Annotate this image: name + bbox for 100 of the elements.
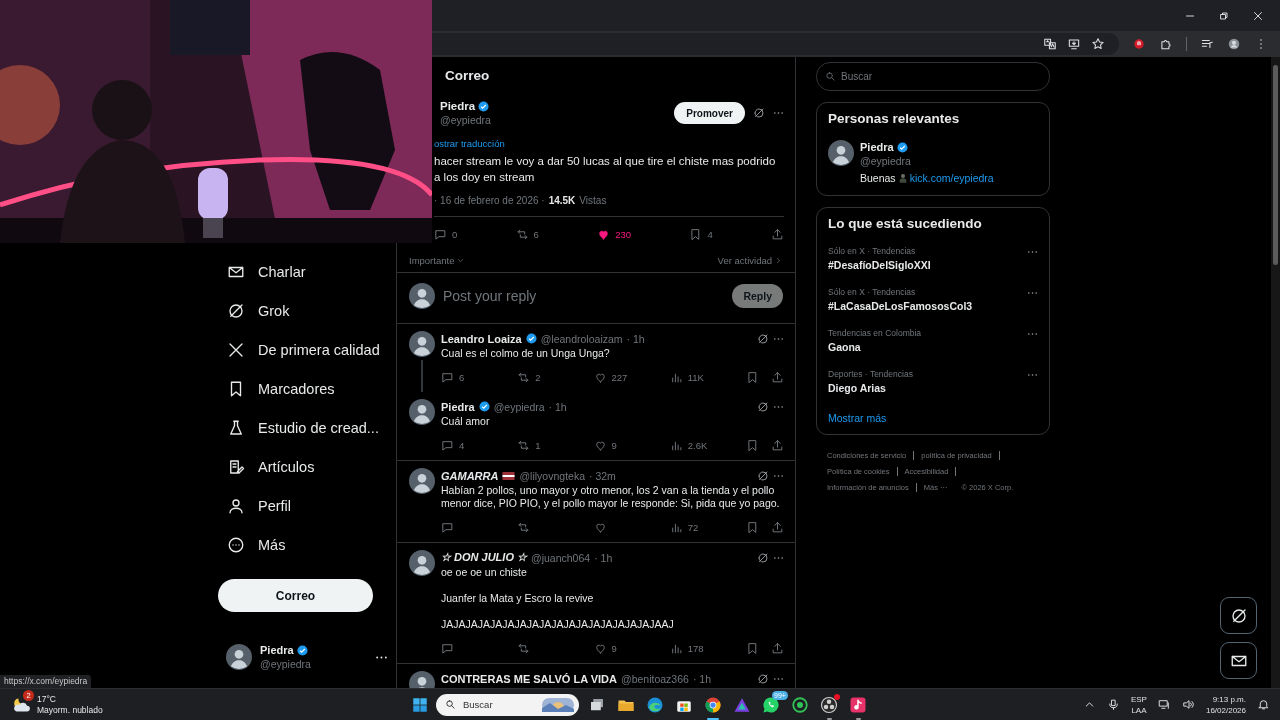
bookmark-button[interactable]: 4	[689, 227, 713, 241]
trend-topic[interactable]: #DesafíoDelSigloXXI	[828, 258, 931, 272]
scrollbar[interactable]	[1271, 57, 1280, 688]
flask-icon	[227, 418, 245, 437]
author-name: CONTRERAS ME SALVÓ LA VIDA	[441, 672, 617, 685]
trend-context: Deportes · Tendencias	[828, 368, 913, 381]
avatar[interactable]	[409, 399, 435, 425]
share-icon[interactable]	[771, 438, 784, 452]
avatar[interactable]	[409, 468, 435, 494]
nav-item[interactable]: Marcadores	[218, 369, 396, 408]
speech-bubble-icon	[441, 520, 454, 534]
trend-topic[interactable]: Gaona	[828, 340, 922, 354]
repost-icon	[515, 227, 529, 241]
share-icon[interactable]	[771, 227, 784, 241]
nav-item[interactable]: Artículos	[218, 447, 396, 486]
repost-button[interactable]: 1	[517, 438, 594, 452]
translate-link[interactable]: ostrar traducción	[434, 138, 505, 149]
share-icon[interactable]	[771, 370, 784, 384]
bookmark-icon[interactable]	[746, 520, 759, 534]
like-button[interactable]: 230	[597, 227, 632, 241]
share-icon[interactable]	[771, 641, 784, 655]
activity-link[interactable]: Ver actividad	[717, 254, 783, 266]
network-icon[interactable]	[1157, 698, 1171, 711]
show-more-link[interactable]: Mostrar más	[828, 412, 887, 424]
reply-button[interactable]: 6	[441, 370, 518, 384]
scrollbar-thumb[interactable]	[1273, 65, 1278, 265]
translate-icon[interactable]	[1043, 37, 1057, 51]
trend-topic[interactable]: Diego Arias	[828, 381, 913, 395]
bookmark-icon[interactable]	[746, 370, 759, 384]
post-button[interactable]: Correo	[218, 579, 373, 612]
nav-item[interactable]: Más	[218, 525, 396, 564]
reply-field[interactable]: Post your reply	[443, 286, 725, 306]
views-button[interactable]: 2.6K	[669, 438, 746, 452]
clock-time[interactable]: 9:13 p.m.	[1212, 693, 1246, 705]
post-time: · 1h	[626, 332, 645, 345]
avatar[interactable]	[226, 644, 252, 670]
bookmark-icon[interactable]	[746, 641, 759, 655]
author-handle: @eypiedra	[440, 113, 491, 127]
profile-icon[interactable]	[1227, 37, 1241, 51]
windows-start-icon[interactable]	[411, 695, 429, 714]
music-note-icon[interactable]	[849, 695, 867, 714]
profile-link[interactable]: kick.com/eypiedra	[909, 171, 994, 185]
star-icon[interactable]	[1091, 37, 1105, 51]
views-button[interactable]: 11K	[669, 370, 746, 384]
trend-topic[interactable]: #LaCasaDeLosFamososCol3	[828, 299, 973, 313]
ring-icon[interactable]	[791, 695, 809, 714]
more-icon[interactable]	[375, 654, 388, 660]
author-name: Piedra	[440, 99, 476, 113]
promote-button[interactable]: Promover	[674, 102, 745, 124]
reply-button[interactable]: 0	[434, 227, 458, 241]
install-icon[interactable]	[1067, 37, 1081, 51]
speech-bubble-icon	[434, 227, 447, 241]
search-field[interactable]: Buscar	[816, 62, 1050, 91]
repost-button[interactable]: 2	[517, 370, 594, 384]
nav-item[interactable]: Charlar	[218, 252, 396, 291]
like-button[interactable]: 9	[593, 641, 670, 655]
post-text: a los doy en stream	[434, 170, 535, 185]
temperature: 17°C	[37, 693, 57, 705]
repost-button[interactable]: 6	[515, 227, 539, 241]
person-name: Piedra	[860, 140, 894, 154]
repost-icon	[517, 641, 531, 655]
bio-text: Buenas	[860, 171, 896, 185]
language-code[interactable]: ESP	[1130, 693, 1147, 705]
like-button[interactable]: 227	[593, 370, 670, 384]
avatar[interactable]	[828, 140, 854, 166]
reply-text: Cuál amor	[441, 415, 490, 428]
reply-text: Juanfer la Mata y Escro la revive	[441, 592, 594, 605]
bell-icon[interactable]	[1257, 698, 1270, 711]
like-button[interactable]: 9	[593, 438, 670, 452]
author-name: Piedra	[441, 400, 475, 413]
speaker-icon[interactable]	[1181, 698, 1195, 711]
messages-button[interactable]	[1220, 642, 1257, 679]
views-button[interactable]: 178	[669, 641, 746, 655]
clock-date[interactable]: 16/02/2026	[1205, 704, 1246, 716]
nav-item[interactable]: Grok	[218, 291, 396, 330]
grok-button[interactable]	[1220, 597, 1257, 634]
reply-button[interactable]: Reply	[732, 284, 783, 308]
reply-button[interactable]: 4	[441, 438, 518, 452]
extension-icon[interactable]	[1132, 37, 1146, 51]
speech-bubble-icon	[441, 641, 454, 655]
avatar	[409, 283, 435, 309]
taskbar-search-field[interactable]: Buscar	[436, 693, 579, 716]
bookmark-icon[interactable]	[746, 438, 759, 452]
views-button[interactable]: 72	[669, 520, 746, 534]
share-icon[interactable]	[771, 520, 784, 534]
microphone-icon[interactable]	[1106, 698, 1120, 711]
reply-text: oe oe oe un chiste	[441, 566, 527, 579]
nav-item[interactable]: Estudio de cread...	[218, 408, 396, 447]
close-icon[interactable]	[1252, 9, 1264, 22]
nav-item[interactable]: Perfil	[218, 486, 396, 525]
nav-item[interactable]: De primera calidad	[218, 330, 396, 369]
puzzle-icon[interactable]	[1159, 37, 1173, 51]
restore-icon[interactable]	[1218, 9, 1230, 22]
avatar[interactable]	[409, 550, 435, 576]
sort-dropdown[interactable]: Importante	[409, 254, 466, 266]
avatar[interactable]	[409, 331, 435, 357]
search-icon	[445, 699, 456, 710]
media-icon[interactable]	[1200, 37, 1214, 51]
keyboard-layout[interactable]: LAA	[1131, 704, 1147, 716]
post-time: · 32m	[589, 469, 616, 482]
